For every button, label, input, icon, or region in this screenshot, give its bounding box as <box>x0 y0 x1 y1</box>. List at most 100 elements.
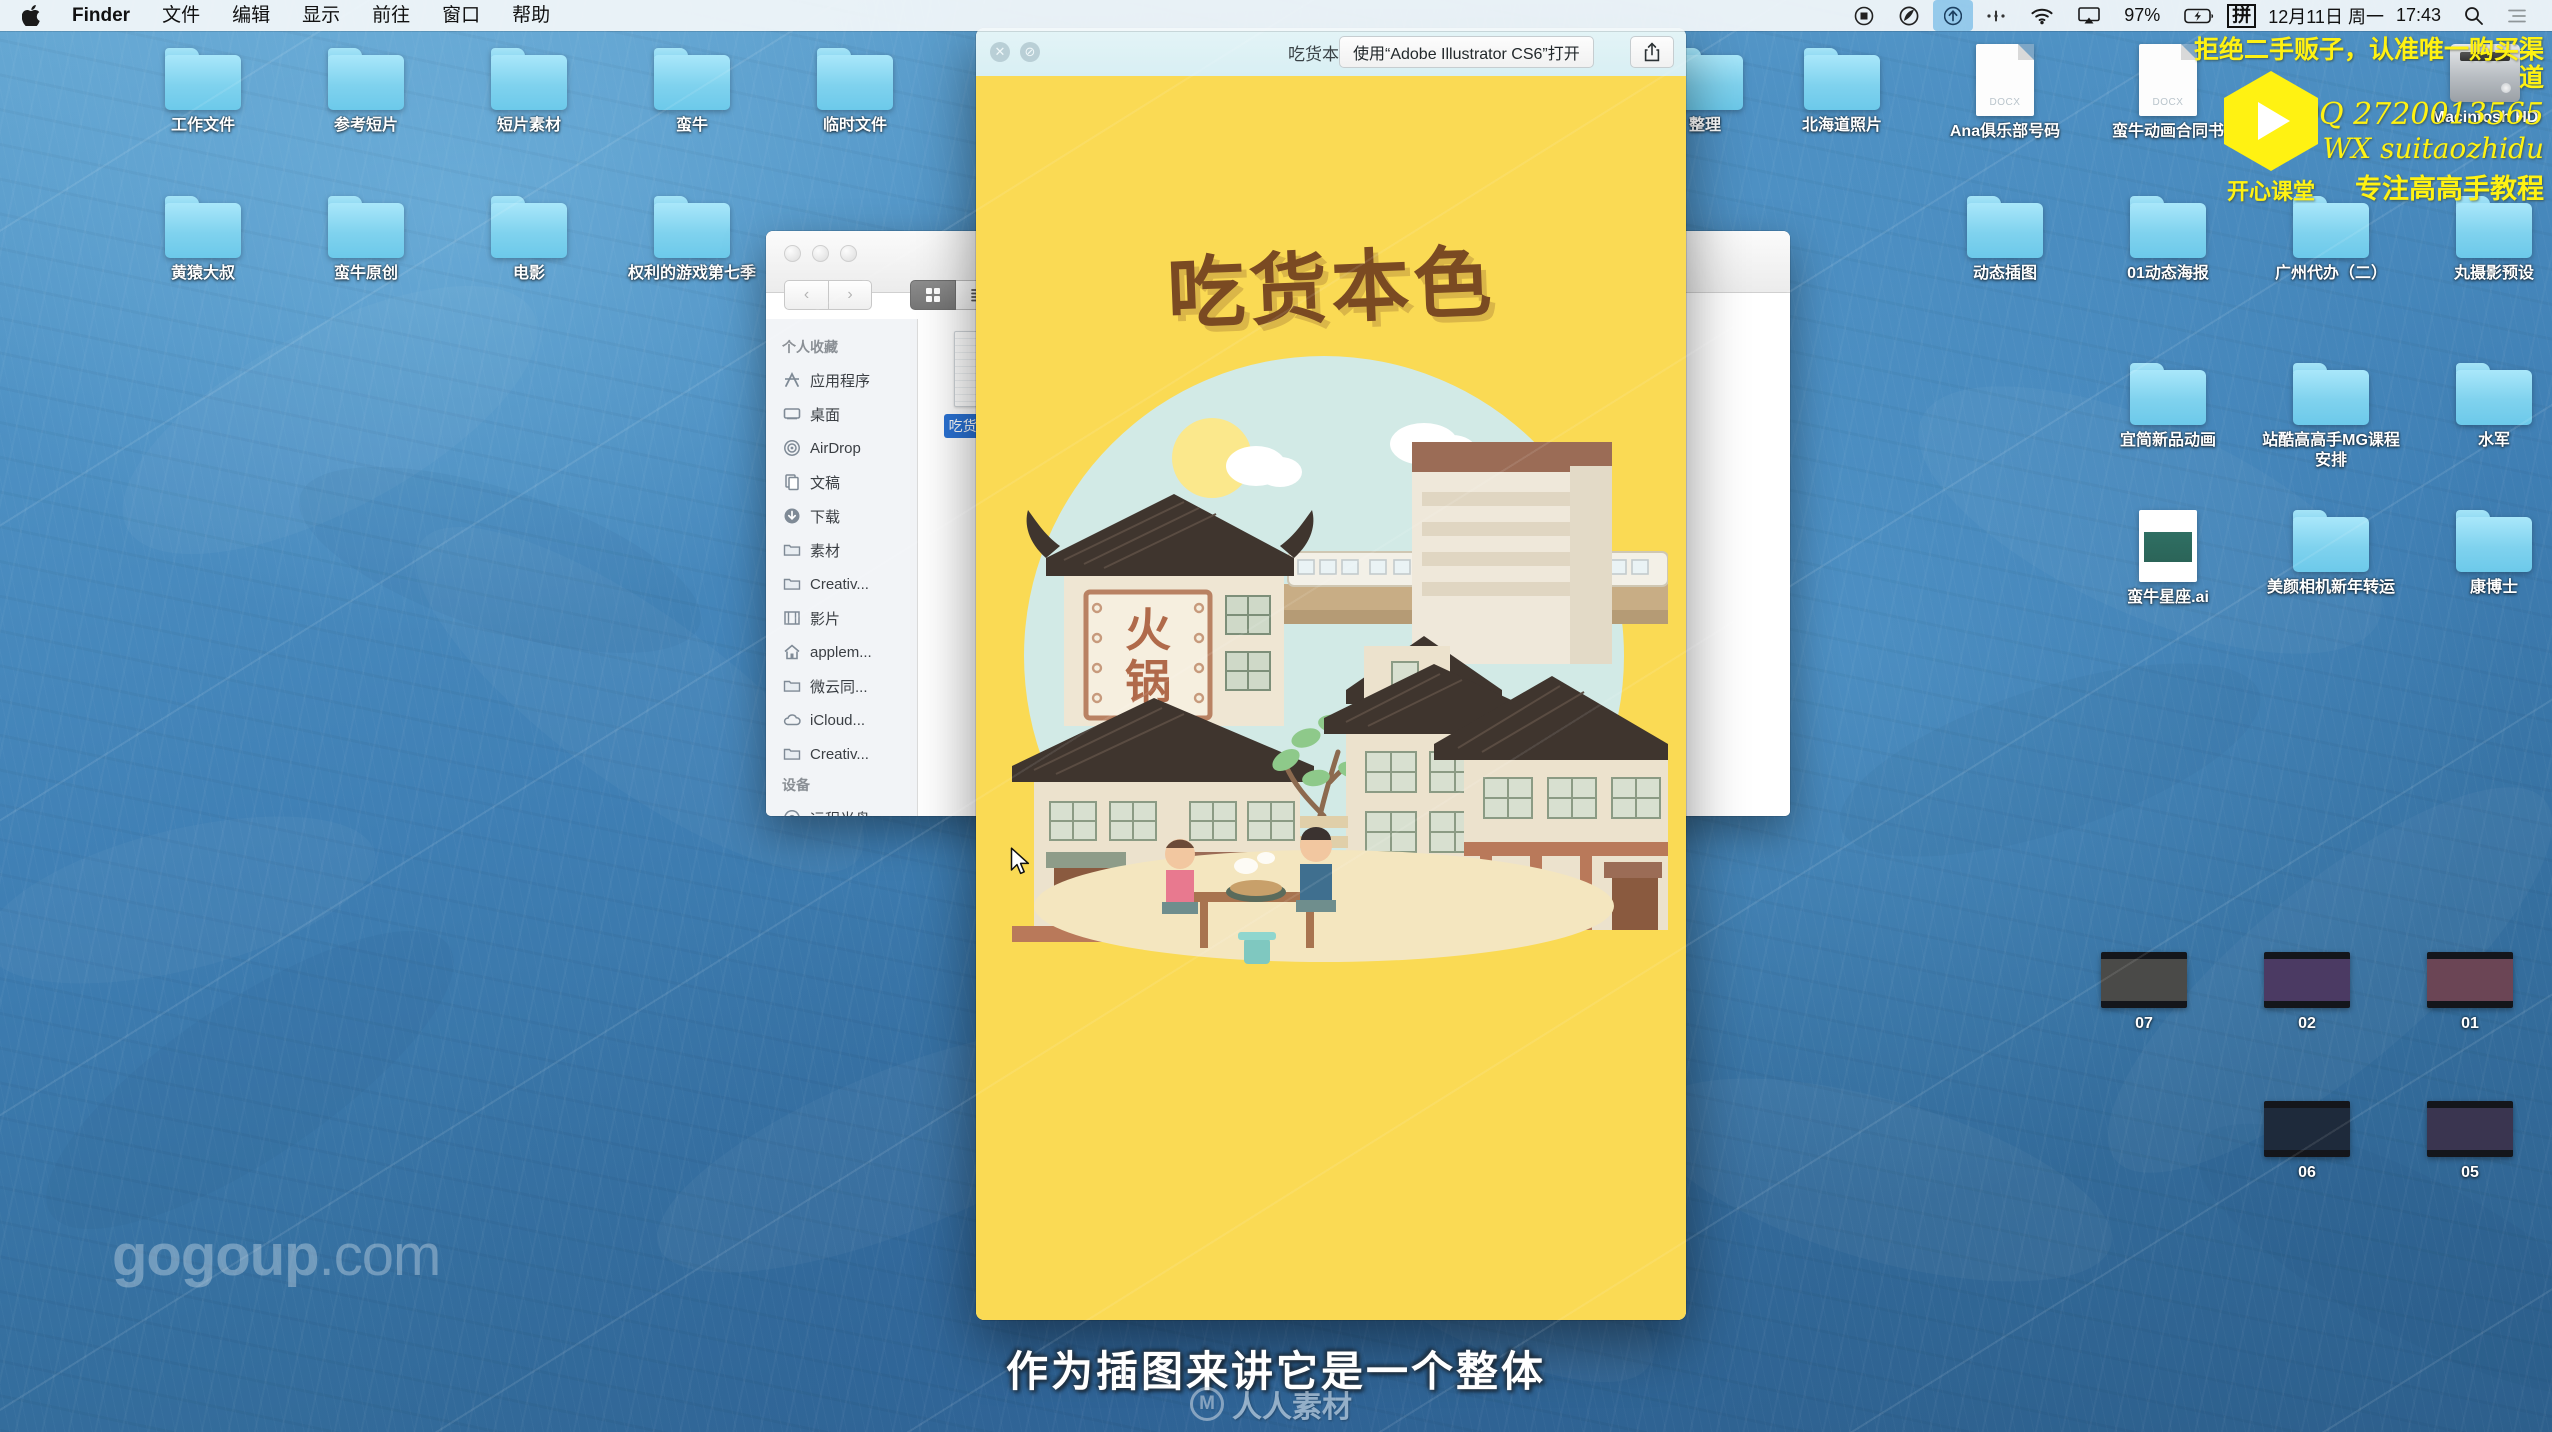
chevron-left-icon[interactable]: ‹ <box>784 280 828 310</box>
chevron-right-icon[interactable]: › <box>828 280 872 310</box>
battery-charging-icon[interactable] <box>2173 0 2225 31</box>
menu-item-window[interactable]: 窗口 <box>426 0 496 31</box>
zoom-button[interactable] <box>840 245 857 262</box>
sidebar-item-creativ[interactable]: Creativ... <box>766 737 917 771</box>
desktop-video-icon[interactable]: 02 <box>2232 952 2382 1034</box>
sidebar-item-applem[interactable]: applem... <box>766 635 917 669</box>
home-icon <box>782 642 802 662</box>
desktop-icon[interactable]: 蛮牛 <box>617 48 767 136</box>
apple-menu-icon[interactable] <box>0 5 56 26</box>
folder-icon <box>782 574 802 594</box>
sidebar-item-icloud[interactable]: iCloud... <box>766 703 917 737</box>
desktop-icon-label: 美颜相机新年转运 <box>2266 579 2395 596</box>
wallpaper-gogoup-watermark: gogoup.com <box>112 1222 441 1289</box>
folder-icon <box>165 48 241 110</box>
desktop-icon[interactable]: 蛮牛原创 <box>291 196 441 284</box>
artwork-title: 吃货本色 <box>1165 237 1497 341</box>
desktop-icon[interactable]: 短片素材 <box>454 48 604 136</box>
desktop-icon[interactable]: 康博士 <box>2419 510 2552 598</box>
folder-icon <box>654 48 730 110</box>
wifi-icon[interactable] <box>2019 0 2065 31</box>
desktop-icon-label: Ana俱乐部号码 <box>1949 123 2061 140</box>
quicklook-window[interactable]: ✕ ⊘ 吃货本色.ai 使用“Adobe Illustrator CS6”打开 … <box>976 28 1686 1320</box>
input-method-icon[interactable]: 拼 <box>2227 3 2257 28</box>
sidebar-item-creativ[interactable]: Creativ... <box>766 567 917 601</box>
upload-arrow-icon[interactable] <box>1933 0 1974 31</box>
logo-caption: 开心课堂 <box>2226 180 2315 205</box>
desktop-video-icon[interactable]: 01 <box>2395 952 2545 1034</box>
open-with-button[interactable]: 使用“Adobe Illustrator CS6”打开 <box>1339 36 1594 68</box>
desktop-icon[interactable]: 蛮牛星座.ai <box>2093 510 2243 608</box>
sidebar-item-label: 下载 <box>810 508 841 526</box>
menu-item-file[interactable]: 文件 <box>146 0 216 31</box>
record-icon[interactable] <box>1843 0 1885 31</box>
sidebar-item-airdrop[interactable]: AirDrop <box>766 431 917 465</box>
desktop-video-icon[interactable]: 06 <box>2232 1101 2382 1183</box>
menu-item-help[interactable]: 帮助 <box>496 0 566 31</box>
close-button[interactable] <box>784 245 801 262</box>
desktop-icon-label: 整理 <box>1688 117 1721 134</box>
desktop-icon <box>782 404 802 424</box>
desktop-video-icon[interactable]: 05 <box>2395 1101 2545 1183</box>
folder-icon <box>2130 196 2206 258</box>
sidebar-item-影片[interactable]: 影片 <box>766 601 917 635</box>
notification-center-icon[interactable] <box>2496 0 2538 31</box>
icon-view-icon[interactable] <box>910 280 956 310</box>
sidebar-item-应用程序[interactable]: 应用程序 <box>766 363 917 397</box>
desktop-icon[interactable]: 临时文件 <box>780 48 930 136</box>
menu-item-edit[interactable]: 编辑 <box>216 0 286 31</box>
sidebar-item-label: Creativ... <box>810 745 869 763</box>
desktop-icon[interactable]: 工作文件 <box>128 48 278 136</box>
search-icon[interactable] <box>2453 0 2494 31</box>
desktop-icon[interactable]: 宜简新品动画 <box>2093 363 2243 451</box>
sidebar-item-label: applem... <box>810 643 872 661</box>
desktop-icon[interactable]: 参考短片 <box>291 48 441 136</box>
desktop-icon[interactable]: DOCX Ana俱乐部号码 <box>1930 44 2080 142</box>
close-icon[interactable]: ✕ <box>990 42 1010 62</box>
desktop-icon-label: 02 <box>2298 1015 2316 1032</box>
docx-file-icon: DOCX <box>1976 44 2034 116</box>
creative-cloud-icon[interactable] <box>1887 0 1931 31</box>
desktop-icon[interactable]: 广州代办（二） <box>2256 196 2406 284</box>
desktop-icon[interactable]: 站酷高高手MG课程安排 <box>2256 363 2406 471</box>
quicklook-titlebar[interactable]: ✕ ⊘ 吃货本色.ai 使用“Adobe Illustrator CS6”打开 <box>976 28 1686 76</box>
bluetooth-icon[interactable] <box>1975 0 2017 31</box>
no-entry-icon[interactable]: ⊘ <box>1020 42 1040 62</box>
sidebar-item-桌面[interactable]: 桌面 <box>766 397 917 431</box>
desktop-icon[interactable]: 权利的游戏第七季 <box>617 196 767 284</box>
share-icon[interactable] <box>1630 36 1674 68</box>
menu-bar-status-items: 97% 拼 12月11日 周一 17:43 <box>1843 0 2552 31</box>
minimize-button[interactable] <box>812 245 829 262</box>
desktop-icon[interactable]: 北海道照片 <box>1767 48 1917 136</box>
sidebar-item-文稿[interactable]: 文稿 <box>766 465 917 499</box>
artwork-svg: 火 锅 <box>1012 356 1669 964</box>
desktop-icon[interactable]: 水军 <box>2419 363 2552 451</box>
sidebar-item-素材[interactable]: 素材 <box>766 533 917 567</box>
menu-bar[interactable]: Finder 文件 编辑 显示 前往 窗口 帮助 97% 拼 12月11日 周一… <box>0 0 2552 31</box>
desktop-icon[interactable]: 丸摄影预设 <box>2419 196 2552 284</box>
menu-item-finder[interactable]: Finder <box>56 0 146 31</box>
desktop-icon[interactable]: 01动态海报 <box>2093 196 2243 284</box>
video-thumbnail-icon <box>2264 952 2350 1008</box>
desktop-icon[interactable]: 动态插图 <box>1930 196 2080 284</box>
finder-sidebar[interactable]: 个人收藏 应用程序 桌面 AirDrop 文稿 下载 素材 Creativ... 影片 apple… <box>766 319 918 816</box>
desktop-icon-label: 参考短片 <box>333 117 398 134</box>
desktop-icon[interactable]: 电影 <box>454 196 604 284</box>
sidebar-item-label: 文稿 <box>810 474 841 492</box>
logo-shape <box>2224 71 2318 171</box>
sidebar-item-微云同[interactable]: 微云同... <box>766 669 917 703</box>
desktop-video-icon[interactable]: 07 <box>2069 952 2219 1034</box>
video-thumbnail-icon <box>2427 1101 2513 1157</box>
menu-item-go[interactable]: 前往 <box>356 0 426 31</box>
menu-item-view[interactable]: 显示 <box>286 0 356 31</box>
desktop-icon[interactable]: Macintosh HD <box>2410 44 2552 128</box>
desktop-icon-label: 工作文件 <box>170 117 235 134</box>
sidebar-item-下载[interactable]: 下载 <box>766 499 917 533</box>
desktop-icon[interactable]: 黄猿大叔 <box>128 196 278 284</box>
desktop-icon[interactable]: 美颜相机新年转运 <box>2256 510 2406 598</box>
documents-icon <box>782 472 802 492</box>
sidebar-item-远程光盘[interactable]: 远程光盘 <box>766 801 917 816</box>
applications-icon <box>782 370 802 390</box>
airplay-icon[interactable] <box>2067 0 2111 31</box>
folder-icon <box>165 196 241 258</box>
